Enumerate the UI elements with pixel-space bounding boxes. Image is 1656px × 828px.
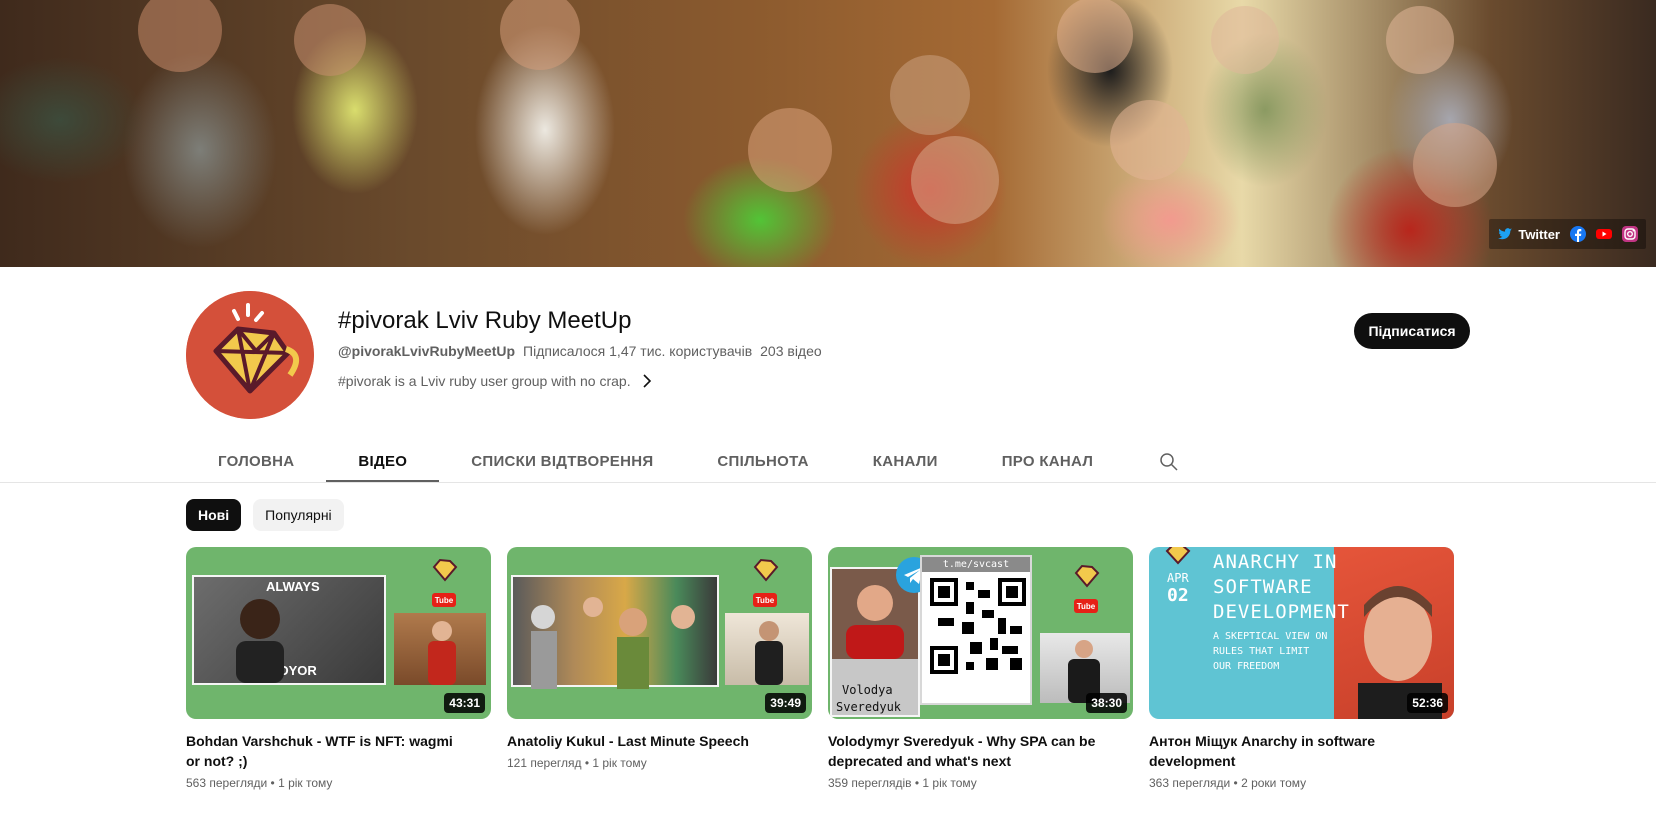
channel-description: #pivorak is a Lviv ruby user group with …	[338, 373, 631, 389]
channel-meta: @pivorakLvivRubyMeetUp Підписалося 1,47 …	[338, 343, 822, 359]
thumb-headline: DEVELOPMENT	[1213, 601, 1350, 623]
video-card: APR 02 ANARCHY IN SOFTWARE DEVELOPMENT A…	[1149, 547, 1454, 790]
thumb-headline: ANARCHY IN	[1213, 551, 1338, 573]
qr-code-icon	[930, 578, 1026, 674]
video-duration: 52:36	[1407, 693, 1448, 713]
thumb-subline: A SKEPTICAL VIEW ON	[1213, 631, 1328, 642]
video-duration: 39:49	[765, 693, 806, 713]
video-views: 359 переглядів	[828, 776, 912, 790]
thumb-caption: ALWAYS	[266, 579, 320, 594]
pivorak-logo-icon	[1165, 547, 1191, 565]
video-age: 1 рік тому	[922, 776, 977, 790]
video-card: Volodya Sveredyuk t.me/svcast Tube 38:30…	[828, 547, 1133, 790]
instagram-icon	[1622, 226, 1638, 242]
thumb-subline: RULES THAT LIMIT	[1213, 646, 1310, 657]
tab-videos[interactable]: ВІДЕО	[326, 440, 440, 483]
video-card: Tube 39:49 Anatoliy Kukul - Last Minute …	[507, 547, 812, 790]
facebook-icon	[1570, 226, 1586, 242]
instagram-link[interactable]	[1622, 226, 1638, 242]
channel-description-link[interactable]: #pivorak is a Lviv ruby user group with …	[338, 373, 655, 389]
tab-community[interactable]: СПІЛЬНОТА	[685, 440, 840, 483]
thumb-meme-panel: ALWAYS #DYOR	[192, 575, 386, 685]
video-title[interactable]: Антон Міщук Anarchy in software developm…	[1149, 731, 1454, 771]
host-name-line: Volodya	[842, 683, 893, 697]
chevron-right-icon	[643, 374, 651, 388]
channel-search-button[interactable]	[1145, 440, 1193, 483]
video-meta: 359 переглядів • 1 рік тому	[828, 776, 977, 790]
video-age: 2 роки тому	[1241, 776, 1307, 790]
video-meta: 121 перегляд • 1 рік тому	[507, 756, 647, 770]
video-views: 363 перегляди	[1149, 776, 1231, 790]
video-duration: 38:30	[1086, 693, 1127, 713]
tube-badge: Tube	[1074, 599, 1098, 613]
video-thumbnail[interactable]: Tube 39:49	[507, 547, 812, 719]
video-thumbnail[interactable]: APR 02 ANARCHY IN SOFTWARE DEVELOPMENT A…	[1149, 547, 1454, 719]
video-title[interactable]: Anatoliy Kukul - Last Minute Speech	[507, 731, 812, 751]
tab-about[interactable]: ПРО КАНАЛ	[970, 440, 1125, 483]
telegram-link-text: t.me/svcast	[922, 557, 1030, 572]
thumb-subline: OUR FREEDOM	[1213, 661, 1280, 672]
tab-home[interactable]: ГОЛОВНА	[186, 440, 326, 483]
video-views: 121 перегляд	[507, 756, 582, 770]
channel-title: #pivorak Lviv Ruby MeetUp	[338, 307, 632, 334]
youtube-link[interactable]	[1596, 226, 1612, 242]
thumb-speaker-panel	[394, 613, 486, 685]
twitter-link[interactable]: Twitter	[1497, 226, 1560, 242]
speaker-silhouette-icon	[428, 621, 456, 685]
video-age: 1 рік тому	[592, 756, 647, 770]
video-card: ALWAYS #DYOR Tube 43:31 Bohdan Varshchuk…	[186, 547, 491, 790]
banner-photo	[138, 0, 1497, 224]
tabs-divider	[0, 482, 1656, 483]
video-duration: 43:31	[444, 693, 485, 713]
thumb-qr-panel: t.me/svcast	[920, 555, 1032, 705]
pivorak-logo-icon	[186, 291, 314, 419]
pivorak-logo-icon	[1074, 564, 1100, 588]
video-age: 1 рік тому	[278, 776, 333, 790]
tube-badge: Tube	[753, 593, 777, 607]
channel-handle: @pivorakLvivRubyMeetUp	[338, 343, 516, 359]
video-title[interactable]: Volodymyr Sveredyuk - Why SPA can be dep…	[828, 731, 1133, 771]
chip-newest[interactable]: Нові	[186, 499, 242, 531]
crowd-silhouette-icon	[531, 597, 695, 689]
video-thumbnail[interactable]: ALWAYS #DYOR Tube 43:31	[186, 547, 491, 719]
youtube-icon	[1596, 229, 1612, 239]
thumb-date-month: APR	[1167, 571, 1189, 585]
banner-social-links: Twitter	[1489, 219, 1646, 249]
host-name-line: Sveredyuk	[836, 700, 902, 714]
pivorak-logo-icon	[432, 558, 458, 582]
search-icon	[1160, 452, 1178, 471]
chip-popular[interactable]: Популярні	[253, 499, 344, 531]
subscribe-button[interactable]: Підписатися	[1354, 313, 1470, 349]
video-thumbnail[interactable]: Volodya Sveredyuk t.me/svcast Tube 38:30	[828, 547, 1133, 719]
channel-tabs: ГОЛОВНА ВІДЕО СПИСКИ ВІДТВОРЕННЯ СПІЛЬНО…	[186, 440, 1193, 483]
facebook-link[interactable]	[1570, 226, 1586, 242]
tab-channels[interactable]: КАНАЛИ	[841, 440, 970, 483]
thumb-speaker-panel	[725, 613, 809, 685]
pivorak-logo-icon	[753, 558, 779, 582]
thumb-headline: SOFTWARE	[1213, 576, 1313, 598]
thumb-date-day: 02	[1167, 585, 1189, 606]
channel-banner: Twitter	[0, 0, 1656, 267]
video-views: 563 перегляди	[186, 776, 268, 790]
subscriber-count: Підписалося 1,47 тис. користувачів	[523, 343, 753, 359]
tab-playlists[interactable]: СПИСКИ ВІДТВОРЕННЯ	[439, 440, 685, 483]
channel-avatar[interactable]	[186, 291, 314, 419]
video-grid: ALWAYS #DYOR Tube 43:31 Bohdan Varshchuk…	[186, 547, 1454, 790]
video-count: 203 відео	[760, 343, 822, 359]
speaker-silhouette-icon	[755, 621, 783, 685]
thumb-crowd-panel	[511, 575, 719, 689]
video-meta: 563 перегляди • 1 рік тому	[186, 776, 333, 790]
twitter-link-label: Twitter	[1518, 226, 1560, 242]
person-silhouette-icon	[236, 599, 284, 683]
video-title[interactable]: Bohdan Varshchuk - WTF is NFT: wagmi or …	[186, 731, 491, 771]
sort-chips: Нові Популярні	[186, 499, 344, 531]
tube-badge: Tube	[432, 593, 456, 607]
video-meta: 363 перегляди • 2 роки тому	[1149, 776, 1307, 790]
twitter-icon	[1498, 228, 1513, 240]
